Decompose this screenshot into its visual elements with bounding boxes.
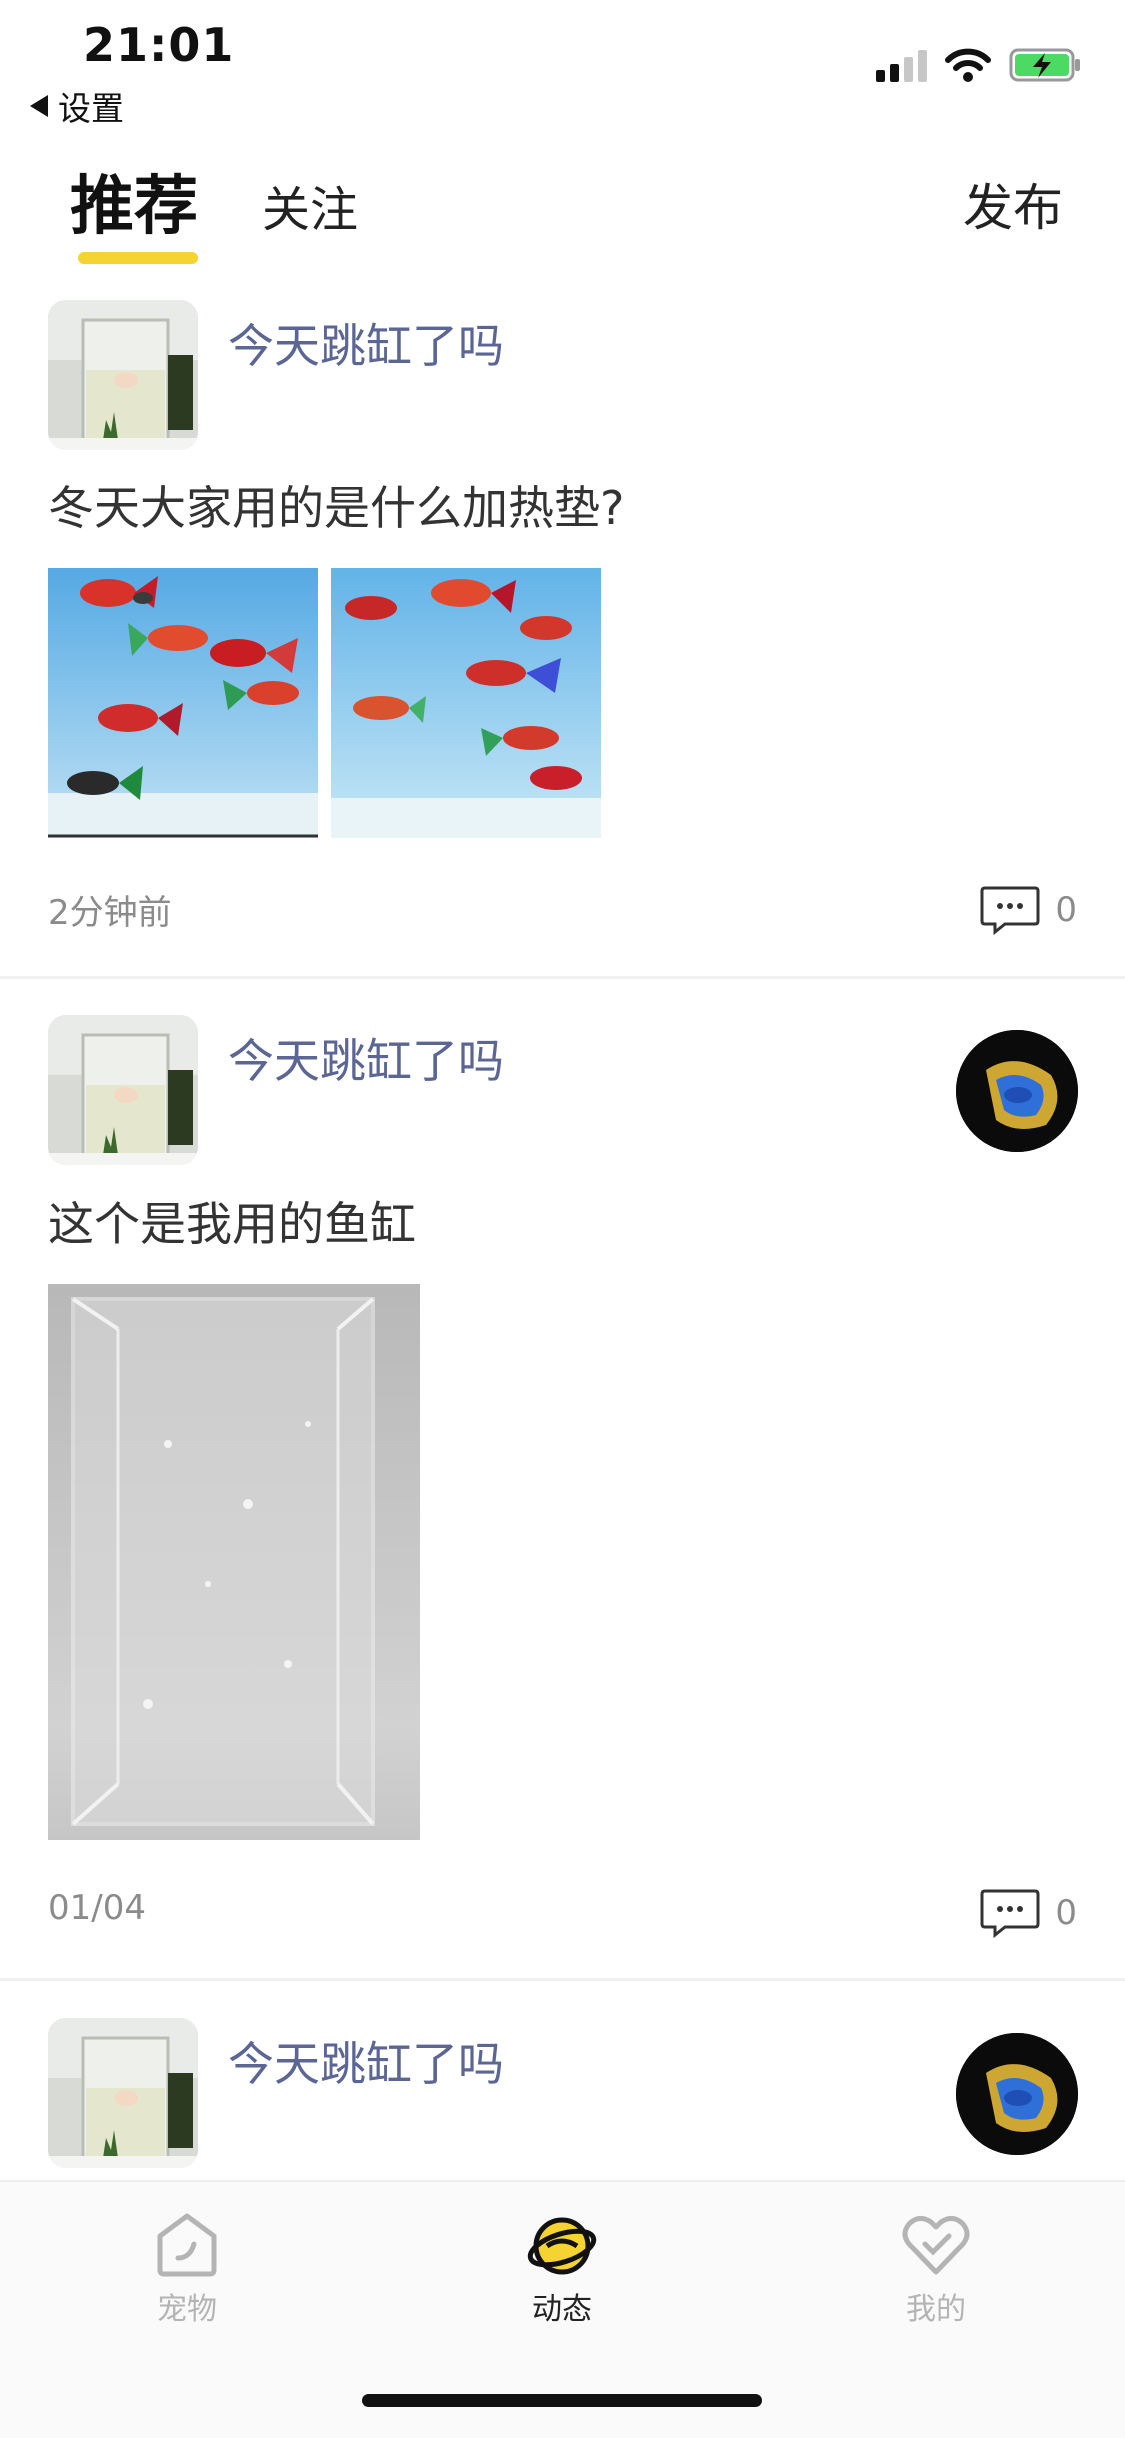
post-username[interactable]: 今天跳缸了吗: [228, 1025, 504, 1091]
active-tab-indicator: [78, 252, 198, 264]
post-timestamp: 01/04: [48, 1888, 146, 1928]
tab-feed-label: 动态: [532, 2292, 592, 2327]
back-arrow-icon: [30, 95, 48, 117]
back-to-settings[interactable]: 设置: [30, 82, 124, 130]
comment-icon: [980, 886, 1040, 935]
cellular-signal-icon: [876, 48, 927, 82]
tab-follow[interactable]: 关注: [262, 170, 358, 240]
status-time: 21:01: [83, 18, 235, 72]
post-image[interactable]: [48, 1284, 420, 1840]
post-image[interactable]: [331, 568, 601, 838]
tab-feed[interactable]: 动态: [482, 2210, 642, 2328]
comment-button[interactable]: 0: [979, 885, 1077, 935]
participant-avatar[interactable]: [956, 1030, 1078, 1152]
user-avatar[interactable]: [48, 2018, 198, 2168]
status-icons: [876, 48, 1083, 82]
post-divider: [0, 1978, 1125, 1981]
comment-button[interactable]: 0: [979, 1888, 1077, 1938]
tab-recommend[interactable]: 推荐: [70, 155, 198, 247]
wifi-icon: [945, 48, 991, 82]
comment-icon: [980, 1889, 1040, 1938]
publish-button[interactable]: 发布: [963, 168, 1063, 240]
user-avatar[interactable]: [48, 1015, 198, 1165]
feed-tab-icon: [527, 2217, 597, 2275]
home-indicator: [362, 2394, 762, 2407]
tab-me[interactable]: 我的: [856, 2210, 1016, 2328]
battery-charging-icon: [1009, 48, 1080, 82]
post-text[interactable]: 冬天大家用的是什么加热垫?: [48, 472, 624, 538]
comment-count: 0: [1055, 890, 1077, 930]
post-divider: [0, 976, 1125, 979]
tab-me-label: 我的: [906, 2292, 966, 2327]
comment-count: 0: [1055, 1893, 1077, 1933]
tab-pets[interactable]: 宠物: [107, 2210, 267, 2328]
tab-pets-label: 宠物: [157, 2292, 217, 2327]
participant-avatar[interactable]: [956, 2033, 1078, 2155]
back-label: 设置: [58, 89, 124, 128]
post-text[interactable]: 这个是我用的鱼缸: [48, 1188, 416, 1254]
heart-tab-icon: [902, 2216, 970, 2275]
post-image[interactable]: [48, 568, 318, 838]
post-username[interactable]: 今天跳缸了吗: [228, 2028, 504, 2094]
post-timestamp: 2分钟前: [48, 893, 172, 933]
post-username[interactable]: 今天跳缸了吗: [228, 310, 504, 376]
user-avatar[interactable]: [48, 300, 198, 450]
pet-tab-icon: [157, 2213, 217, 2277]
